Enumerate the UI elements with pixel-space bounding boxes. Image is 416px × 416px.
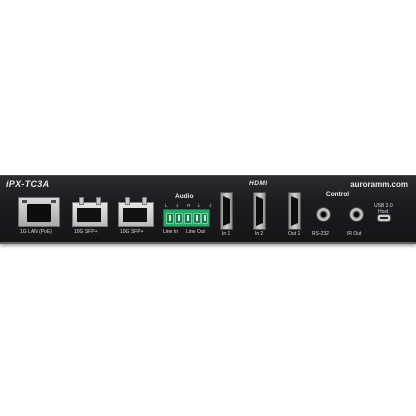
terminal-pin [166,213,174,224]
sfp-cage [77,208,101,222]
hdmi-in-1-port[interactable] [220,192,233,230]
rs232-jack[interactable] [316,207,331,222]
control-section-title: Control [326,191,350,198]
hdmi-socket [291,196,298,226]
audio-terminal-block[interactable] [163,209,210,227]
device-shadow [0,242,416,244]
hdmi-socket [223,196,230,226]
rs232-label: RS-232 [312,231,329,237]
device-front-panel: iPX-TC3A auroramm.com 1G LAN (PoE) 10G S… [0,175,416,244]
sfp-port-2-label: 10G SFP+ [120,229,144,235]
hdmi-out-1-port[interactable] [288,192,301,230]
sfp-port-2[interactable] [118,197,154,227]
hdmi-in-1-label: In 1 [222,231,231,237]
hdmi-socket [256,196,263,226]
sfp-cage [123,208,147,222]
led-indicator [51,200,56,203]
line-out-label: Line Out [186,229,205,235]
sfp-latch [79,197,84,205]
hdmi-in-2-port[interactable] [253,192,266,230]
hdmi-section-title: HDMI [249,180,268,187]
lan-port-label: 1G LAN (PoE) [20,229,52,235]
lan-port[interactable] [18,197,60,227]
terminal-pin [201,213,208,224]
terminal-pin [184,213,192,224]
hdmi-out-1-label: Out 1 [288,231,301,237]
sfp-latch [142,197,147,205]
terminal-pin [175,213,183,224]
sfp-latch [96,197,101,205]
sfp-port-1[interactable] [72,197,108,227]
model-label: iPX-TC3A [6,179,50,189]
audio-section-title: Audio [175,193,194,200]
brand-label: auroramm.com [350,180,408,189]
ir-out-jack[interactable] [349,207,364,222]
sfp-port-1-label: 10G SFP+ [74,229,98,235]
usb-host-port[interactable] [377,214,391,222]
ir-out-label: IR Out [347,231,362,237]
sfp-latch [125,197,130,205]
line-in-label: Line In [163,229,179,235]
hdmi-in-2-label: In 2 [255,231,264,237]
terminal-pin [193,213,201,224]
led-indicator [22,200,27,203]
rj45-socket [27,204,51,222]
